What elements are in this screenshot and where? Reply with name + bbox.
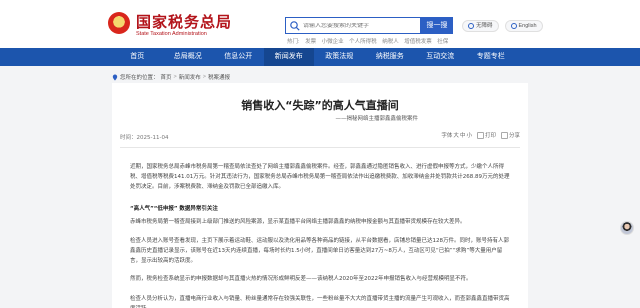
hot-term-link[interactable]: 小微企业 xyxy=(322,39,344,45)
article-paragraph: 近期，国家税务总局赤峰市税务局第一稽查局依法查处了网络主播郭鑫鑫偷税案件。经查，… xyxy=(130,164,510,190)
font-size-control: 字体 大 中 小 xyxy=(441,131,472,139)
article-container: 销售收入“失踪”的高人气直播间 ——揭秘网络主播郭鑫鑫偷税案件 时间：2025-… xyxy=(112,83,528,308)
nav-item-overview[interactable]: 总局概况 xyxy=(163,48,214,66)
nav-item-public-info[interactable]: 信息公开 xyxy=(213,48,264,66)
hot-term-link[interactable]: 社保 xyxy=(437,39,448,45)
article-paragraph: 赤峰市税务局第一稽查局接到上级部门推送的风险案源，显示某直播平台网络主播郭鑫鑫的… xyxy=(130,219,466,225)
search-input[interactable] xyxy=(301,22,419,29)
font-large-button[interactable]: 大 xyxy=(453,131,459,139)
header-tools: 无障碍 English xyxy=(462,20,543,32)
font-size-label: 字体 xyxy=(441,133,453,139)
divider xyxy=(120,147,520,148)
breadcrumb-separator: > xyxy=(173,74,177,80)
article-title: 销售收入“失踪”的高人气直播间 xyxy=(241,99,399,112)
nav-item-policy[interactable]: 政策法规 xyxy=(314,48,365,66)
hot-term-link[interactable]: 个人所得税 xyxy=(349,39,377,45)
site-header: 国家税务总局 State Taxation Administration 搜一搜… xyxy=(0,0,640,48)
site-title[interactable]: 国家税务总局 xyxy=(136,11,232,32)
printer-icon xyxy=(476,131,484,139)
hot-search-terms: 热门: 发票 小微企业 个人所得税 纳税人 增值税发票 社保 xyxy=(287,37,452,45)
breadcrumb-home[interactable]: 首页 xyxy=(161,73,172,81)
nav-item-interaction[interactable]: 互动交流 xyxy=(415,48,466,66)
share-icon xyxy=(500,131,508,139)
nav-item-home[interactable]: 首页 xyxy=(112,48,163,66)
hot-label: 热门: xyxy=(287,39,300,45)
main-nav: 首页 总局概况 信息公开 新闻发布 政策法规 纳税服务 互动交流 专题专栏 xyxy=(0,48,640,66)
english-button[interactable]: English xyxy=(504,20,543,32)
nav-item-news[interactable]: 新闻发布 xyxy=(263,48,314,66)
location-pin-icon xyxy=(112,74,118,80)
accessibility-label: 无障碍 xyxy=(476,23,493,29)
accessibility-icon xyxy=(468,23,474,29)
hot-term-link[interactable]: 纳税人 xyxy=(382,39,399,45)
search-icon xyxy=(290,20,300,31)
national-emblem-logo[interactable] xyxy=(108,12,130,34)
article-meta: 时间：2025-11-04 字体 大 中 小 打印 分享 xyxy=(120,131,520,143)
search-box xyxy=(285,17,421,34)
font-medium-button[interactable]: 中 xyxy=(460,131,466,139)
print-button[interactable]: 打印 xyxy=(476,131,496,139)
article-section-heading: “高人气”“低申报” 数据异常引关注 xyxy=(130,206,218,212)
font-small-button[interactable]: 小 xyxy=(466,131,472,139)
breadcrumb-tax-cases[interactable]: 税案通报 xyxy=(208,73,230,81)
nav-item-tax-service[interactable]: 纳税服务 xyxy=(365,48,416,66)
article-subtitle: ——揭秘网络主播郭鑫鑫偷税案件 xyxy=(335,116,418,122)
breadcrumb-prefix: 您所在的位置： xyxy=(120,75,159,81)
print-label: 打印 xyxy=(484,133,496,139)
article-paragraph: 检查人员分析认为，直播电商行业收入与销量、粉丝量通常存在较强关联性，一些粉丝量不… xyxy=(130,296,510,308)
english-label: English xyxy=(518,23,537,29)
globe-icon xyxy=(510,23,517,29)
article-paragraph: 检查人员进入账号查看发现，主页下展示着运动鞋、运动服以及洗化用品等各种商品的链接… xyxy=(130,238,510,264)
share-button[interactable]: 分享 xyxy=(500,131,520,139)
article-actions: 字体 大 中 小 打印 分享 xyxy=(441,131,520,139)
publish-date: 时间：2025-11-04 xyxy=(120,135,169,141)
article-paragraph: 然而，税务检查系统显示的申报数据却与其直播火热的情况形成鲜明反差——该纳税人20… xyxy=(130,276,472,282)
hot-term-link[interactable]: 发票 xyxy=(305,39,316,45)
search-button[interactable]: 搜一搜 xyxy=(421,17,453,34)
share-label: 分享 xyxy=(508,133,520,139)
hot-term-link[interactable]: 增值税发票 xyxy=(404,39,432,45)
nav-item-topics[interactable]: 专题专栏 xyxy=(466,48,517,66)
breadcrumb-separator: > xyxy=(202,74,206,80)
accessibility-button[interactable]: 无障碍 xyxy=(462,20,499,32)
breadcrumb-news[interactable]: 新闻发布 xyxy=(179,73,201,81)
assistant-avatar[interactable] xyxy=(620,221,634,235)
breadcrumb: 您所在的位置： 首页 > 新闻发布 > 税案通报 xyxy=(112,73,230,81)
site-subtitle: State Taxation Administration xyxy=(136,31,207,37)
